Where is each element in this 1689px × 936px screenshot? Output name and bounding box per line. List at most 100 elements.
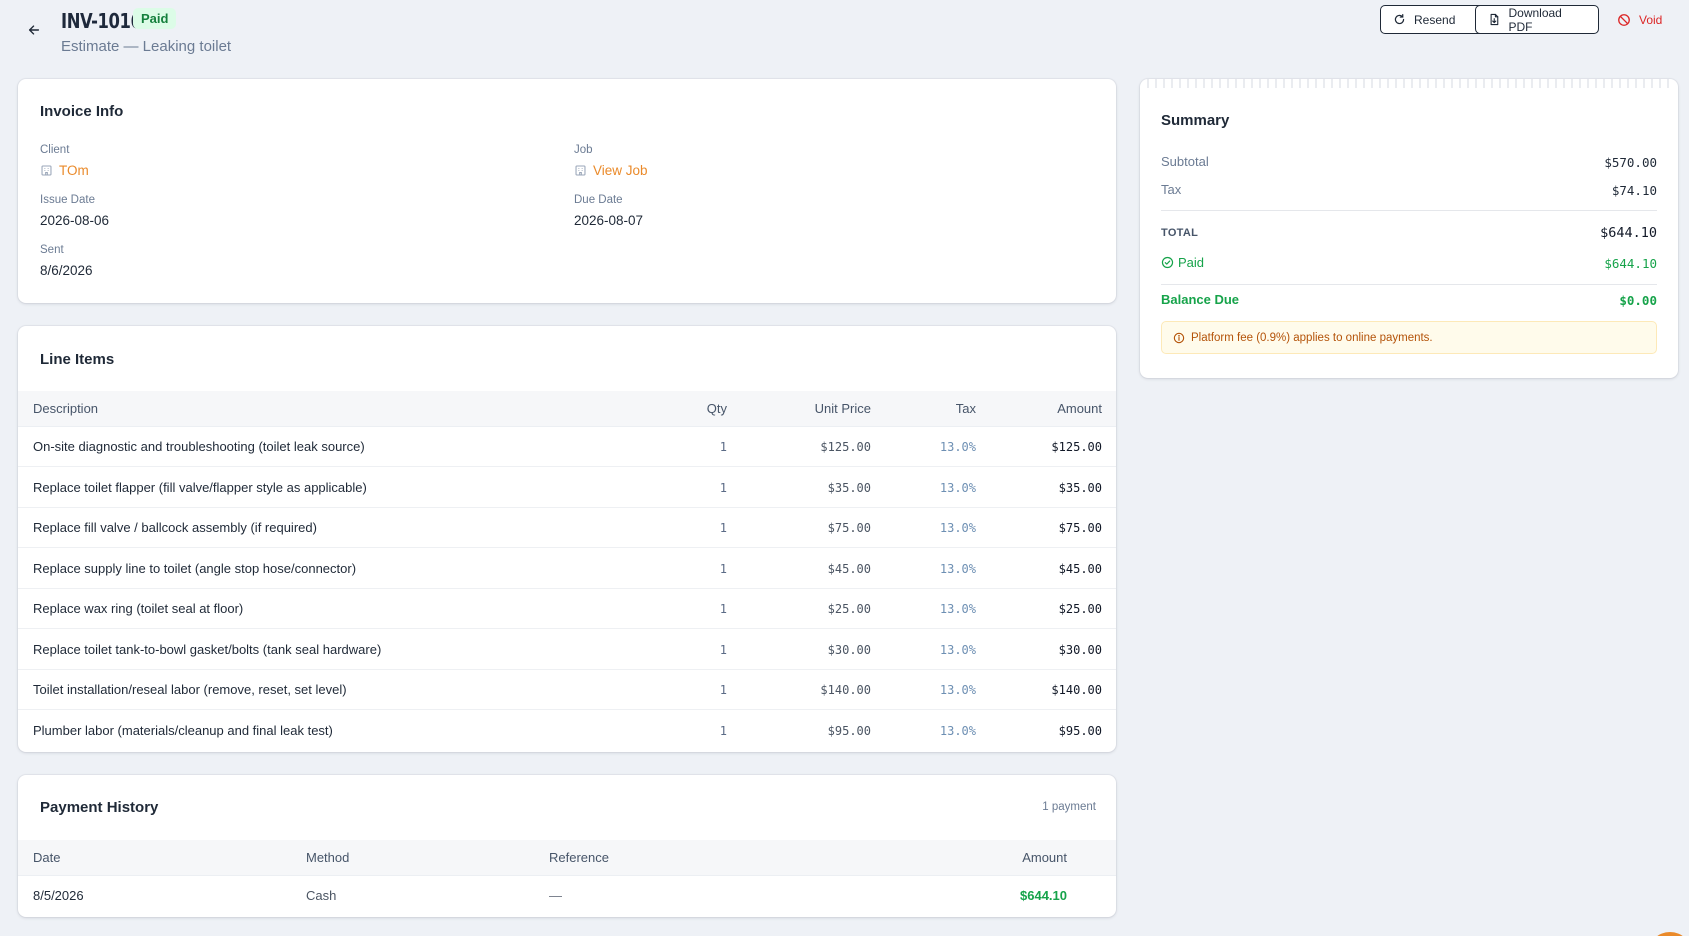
tax-value: $74.10 xyxy=(1611,183,1657,198)
line-item-unit-price: $45.00 xyxy=(827,561,871,576)
paid-value: $644.10 xyxy=(1604,256,1657,271)
line-item-amount: $95.00 xyxy=(1058,723,1102,738)
paid-label-wrap: Paid xyxy=(1161,255,1204,270)
tax-label: Tax xyxy=(1161,182,1182,197)
line-item-tax: 13.0% xyxy=(939,561,976,576)
col-qty: Qty xyxy=(706,401,727,416)
balance-row: Balance Due $0.00 xyxy=(1161,292,1657,312)
line-item-tax: 13.0% xyxy=(939,480,976,495)
back-button[interactable] xyxy=(24,20,44,40)
line-item-description: Replace supply line to toilet (angle sto… xyxy=(33,560,357,576)
line-item-unit-price: $140.00 xyxy=(820,683,871,697)
line-item-row: Replace fill valve / ballcock assembly (… xyxy=(18,508,1116,548)
view-job-link[interactable]: View Job xyxy=(574,163,648,178)
issue-date-value: 2026-08-06 xyxy=(40,213,110,228)
download-pdf-button[interactable]: Download PDF xyxy=(1475,5,1599,34)
line-item-qty: 1 xyxy=(719,602,727,616)
line-item-qty: 1 xyxy=(719,561,727,576)
line-item-amount: $125.00 xyxy=(1051,440,1102,454)
payment-date: 8/5/2026 xyxy=(33,888,84,903)
line-item-description: Toilet installation/reseal labor (remove… xyxy=(33,682,347,697)
sent-value: 8/6/2026 xyxy=(40,263,93,278)
sent-label: Sent xyxy=(40,244,64,256)
file-download-icon xyxy=(1490,13,1499,26)
issue-date-label: Issue Date xyxy=(40,194,95,206)
col-description: Description xyxy=(33,401,99,416)
line-items-card: Line Items Description Qty Unit Price Ta… xyxy=(18,326,1116,752)
line-item-tax: 13.0% xyxy=(939,642,976,657)
client-label: Client xyxy=(40,144,70,156)
summary-title: Summary xyxy=(1161,112,1230,129)
col-method: Method xyxy=(306,850,350,865)
platform-fee-note: Platform fee (0.9%) applies to online pa… xyxy=(1161,321,1657,354)
line-item-row: Replace toilet flapper (fill valve/flapp… xyxy=(18,468,1116,508)
line-item-row: Toilet installation/reseal labor (remove… xyxy=(18,670,1116,710)
line-item-description: Plumber labor (materials/cleanup and fin… xyxy=(33,722,333,738)
line-item-qty: 1 xyxy=(719,480,727,495)
refresh-icon xyxy=(1394,14,1405,25)
balance-value: $0.00 xyxy=(1619,293,1657,308)
line-item-row: Plumber labor (materials/cleanup and fin… xyxy=(18,711,1116,751)
line-item-row: Replace wax ring (toilet seal at floor) 1… xyxy=(18,589,1116,629)
check-circle-icon xyxy=(1161,256,1174,269)
line-item-amount: $25.00 xyxy=(1058,602,1102,616)
payment-amount: $644.10 xyxy=(1020,888,1067,903)
col-reference: Reference xyxy=(549,850,609,865)
line-item-amount: $75.00 xyxy=(1058,521,1102,535)
subtotal-row: Subtotal $570.00 xyxy=(1161,154,1657,174)
building-icon xyxy=(41,165,52,176)
line-item-qty: 1 xyxy=(719,440,727,454)
line-item-qty: 1 xyxy=(719,642,727,657)
invoice-number: INV-1016 xyxy=(61,9,142,33)
line-item-qty: 1 xyxy=(719,521,727,535)
payments-header: Date Method Reference Amount xyxy=(18,840,1116,876)
balance-label: Balance Due xyxy=(1161,292,1240,307)
page-subtitle: Estimate — Leaking toilet xyxy=(61,38,232,55)
page-header: INV-1016 Paid Estimate — Leaking toilet … xyxy=(0,0,1689,70)
subtotal-label: Subtotal xyxy=(1161,154,1209,169)
line-item-tax: 13.0% xyxy=(939,602,976,616)
download-pdf-label: Download PDF xyxy=(1508,5,1562,34)
line-item-description: Replace toilet tank-to-bowl gasket/bolts… xyxy=(33,641,382,657)
line-item-unit-price: $35.00 xyxy=(827,480,871,495)
line-item-description: Replace toilet flapper (fill valve/flapp… xyxy=(33,479,367,495)
summary-card: Summary Subtotal $570.00 Tax $74.10 TOTA… xyxy=(1140,79,1678,378)
line-item-description: Replace wax ring (toilet seal at floor) xyxy=(33,601,244,616)
line-item-tax: 13.0% xyxy=(939,440,976,454)
platform-fee-text: Platform fee (0.9%) applies to online pa… xyxy=(1191,331,1433,344)
line-item-qty: 1 xyxy=(719,723,727,738)
total-label: TOTAL xyxy=(1161,227,1199,239)
line-item-unit-price: $75.00 xyxy=(827,521,871,535)
line-item-amount: $45.00 xyxy=(1058,561,1102,576)
ruler-decoration xyxy=(1147,79,1669,88)
info-circle-icon xyxy=(1173,332,1185,343)
line-item-description: On-site diagnostic and troubleshooting (… xyxy=(33,439,365,454)
line-items-title: Line Items xyxy=(40,351,115,368)
ban-icon xyxy=(1618,13,1630,26)
resend-label: Resend xyxy=(1414,12,1456,27)
client-link[interactable]: TOm xyxy=(40,163,89,178)
help-fab-button[interactable] xyxy=(1648,932,1689,936)
void-button[interactable]: Void xyxy=(1617,5,1662,34)
summary-divider xyxy=(1161,210,1657,211)
payment-row: 8/5/2026 Cash — $644.10 xyxy=(18,876,1116,916)
subtotal-value: $570.00 xyxy=(1604,155,1657,170)
line-item-description: Replace fill valve / ballcock assembly (… xyxy=(33,520,317,535)
paid-row: Paid $644.10 xyxy=(1161,255,1657,275)
line-item-tax: 13.0% xyxy=(939,683,976,697)
payment-history-title: Payment History xyxy=(40,799,159,816)
line-item-unit-price: $95.00 xyxy=(827,723,871,738)
col-payment-amount: Amount xyxy=(1022,850,1067,865)
col-amount: Amount xyxy=(1057,401,1102,416)
view-job-label: View Job xyxy=(593,163,648,178)
client-name: TOm xyxy=(59,163,89,178)
col-date: Date xyxy=(33,850,61,865)
line-item-row: Replace toilet tank-to-bowl gasket/bolts… xyxy=(18,630,1116,670)
due-date-value: 2026-08-07 xyxy=(574,213,644,228)
line-item-row: Replace supply line to toilet (angle sto… xyxy=(18,549,1116,589)
payment-count: 1 payment xyxy=(1042,801,1096,813)
line-item-amount: $30.00 xyxy=(1058,642,1102,657)
line-item-unit-price: $30.00 xyxy=(827,642,871,657)
line-item-tax: 13.0% xyxy=(939,723,976,738)
line-item-unit-price: $25.00 xyxy=(827,602,871,616)
